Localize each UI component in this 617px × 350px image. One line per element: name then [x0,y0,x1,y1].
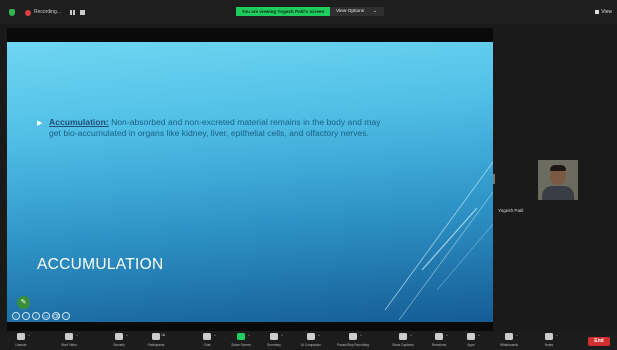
eraser-icon[interactable]: ⌫ [52,312,60,320]
toolbar-pause-stop-recording-button[interactable]: ^ Pause/Stop Recording [337,331,369,350]
video-off-icon [65,333,73,340]
participant-body [542,186,574,200]
highlighter-icon[interactable]: ▭ [42,312,50,320]
presentation-slide: ▶ Accumulation: Non-absorbed and non-exc… [7,42,493,322]
notes-icon [545,333,553,340]
meeting-controls-toolbar: ^ Unmute ^ Start Video ^ Security 16 ^ Participa… [0,331,617,350]
draw-icon[interactable]: ∕ [32,312,40,320]
more-options-icon[interactable]: ⋯ [62,312,70,320]
view-options-label: View Options [336,9,365,14]
stop-recording-icon[interactable] [80,10,85,15]
pause-stop-recording-icon [349,333,357,340]
caret-up-icon[interactable]: ^ [163,333,165,338]
toolbar-security-button[interactable]: ^ Security [108,331,130,350]
participant-hair [550,165,566,171]
slide-decorative-lines [384,161,493,321]
toolbar-item-label: Pause/Stop Recording [337,343,369,347]
caret-up-icon[interactable]: ^ [446,333,448,338]
toolbar-unmute-button[interactable]: ^ Unmute [10,331,32,350]
view-button[interactable]: View [595,9,612,15]
toolbar-ai-companion-button[interactable]: ^ AI Companion [300,331,322,350]
chat-icon [203,333,211,340]
caret-up-icon[interactable]: ^ [281,333,283,338]
caret-up-icon[interactable]: ^ [556,333,558,338]
toolbar-whiteboards-button[interactable]: ^ Whiteboards [498,331,520,350]
shield-icon [115,333,123,340]
toolbar-share-screen-button[interactable]: ^ Share Screen [230,331,252,350]
caret-up-icon[interactable]: ^ [516,333,518,338]
caret-up-icon[interactable]: ^ [410,333,412,338]
slide-bullet-text: Accumulation: Non-absorbed and non-excre… [49,117,394,139]
participant-name-label: Yogesh Patil [498,208,524,213]
slide-title: ACCUMULATION [37,256,164,273]
gallery-view-icon [595,9,600,14]
meeting-info-shield-icon[interactable] [9,9,15,16]
toolbar-item-label: Start Video [61,343,77,347]
caret-up-icon[interactable]: ^ [478,333,480,338]
caret-up-icon[interactable]: ^ [28,333,30,338]
chevron-down-icon: ⌄ [372,8,377,14]
pause-recording-icon[interactable] [70,10,75,15]
caret-up-icon[interactable]: ^ [126,333,128,338]
screen-share-banner: You are viewing Yogesh Patil's screen [236,7,330,16]
pen-icon[interactable]: ✎ [17,296,30,309]
toolbar-summary-button[interactable]: ^ Summary [263,331,285,350]
toolbar-show-captions-button[interactable]: ^ Show Captions [392,331,414,350]
caret-up-icon[interactable]: ^ [360,333,362,338]
toolbar-item-label: Participants [147,343,165,347]
captions-icon [399,333,407,340]
panel-resize-handle[interactable] [493,174,495,184]
back-icon[interactable]: ‹ [12,312,20,320]
toolbar-item-label: Unmute [15,343,27,347]
toolbar-start-video-button[interactable]: ^ Start Video [58,331,80,350]
annotation-toolbar: ✎ ‹ ◦ ∕ ▭ ⌫ ⋯ [10,296,90,322]
meeting-top-bar: Recording... You are viewing Yogesh Pati… [0,0,617,24]
toolbar-item-label: Notes [544,343,554,347]
toolbar-apps-button[interactable]: ^ Apps [460,331,482,350]
participant-video-tile[interactable] [538,160,578,200]
ai-companion-icon [307,333,315,340]
toolbar-reactions-button[interactable]: ^ Reactions [428,331,450,350]
microphone-muted-icon [17,333,25,340]
bullet-arrow-icon: ▶ [37,120,43,127]
recording-indicator-icon [25,10,31,16]
view-button-label: View [601,9,612,15]
slide-bullet-term: Accumulation: [49,117,109,127]
participants-icon [152,333,160,340]
end-meeting-button[interactable]: End [588,337,610,346]
whiteboard-icon [505,333,513,340]
reactions-icon [435,333,443,340]
caret-up-icon[interactable]: ^ [76,333,78,338]
caret-up-icon[interactable]: ^ [214,333,216,338]
caret-up-icon[interactable]: ^ [248,333,250,338]
shared-screen-area: ▶ Accumulation: Non-absorbed and non-exc… [7,28,493,334]
toolbar-notes-button[interactable]: ^ Notes [538,331,560,350]
share-screen-icon [237,333,245,340]
caret-up-icon[interactable]: ^ [318,333,320,338]
recording-status-label: Recording... [34,9,61,15]
pointer-icon[interactable]: ◦ [22,312,30,320]
toolbar-chat-button[interactable]: ^ Chat [196,331,218,350]
toolbar-participants-button[interactable]: 16 ^ Participants [145,331,167,350]
summary-icon [270,333,278,340]
apps-icon [467,333,475,340]
view-options-button[interactable]: View Options ⌄ [330,7,384,16]
